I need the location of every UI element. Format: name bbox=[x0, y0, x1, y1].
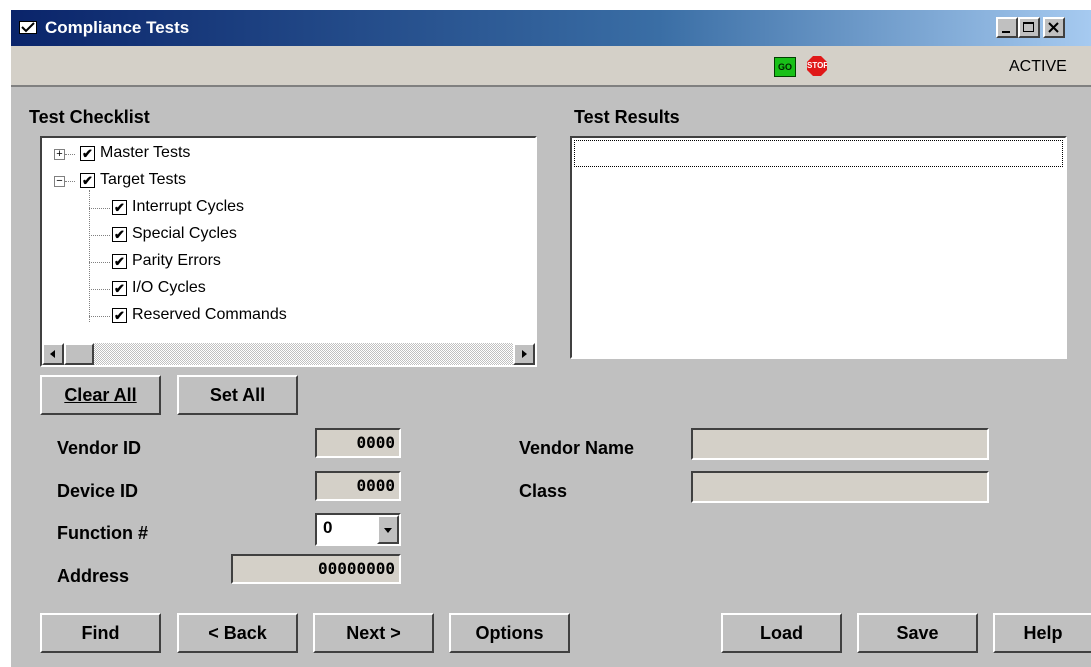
tree-connector bbox=[65, 154, 75, 155]
tree-item-special-cycles[interactable]: ✔ Special Cycles bbox=[42, 223, 522, 249]
next-label: Next > bbox=[346, 622, 401, 643]
next-button[interactable]: Next > bbox=[313, 613, 434, 653]
options-button[interactable]: Options bbox=[449, 613, 570, 653]
tree-item-label: Special Cycles bbox=[132, 225, 237, 242]
checkbox-reserved-commands[interactable]: ✔ bbox=[112, 308, 127, 323]
tree-item-reserved-commands[interactable]: ✔ Reserved Commands bbox=[42, 304, 522, 330]
clear-all-button[interactable]: Clear All bbox=[40, 375, 161, 415]
checkbox-target-tests[interactable]: ✔ bbox=[80, 173, 95, 188]
collapse-icon[interactable]: − bbox=[54, 176, 65, 187]
tree-item-target-tests[interactable]: − ✔ Target Tests bbox=[42, 169, 522, 195]
maximize-button[interactable] bbox=[1018, 17, 1040, 38]
tree-item-interrupt-cycles[interactable]: ✔ Interrupt Cycles bbox=[42, 196, 522, 222]
vendor-name-label: Vendor Name bbox=[519, 438, 635, 458]
set-all-label: Set All bbox=[209, 384, 266, 405]
test-checklist-heading: Test Checklist bbox=[29, 107, 150, 127]
address-label: Address bbox=[57, 566, 130, 586]
vendor-name-field[interactable] bbox=[691, 428, 989, 460]
scroll-thumb[interactable] bbox=[64, 343, 94, 365]
load-button[interactable]: Load bbox=[721, 613, 842, 653]
status-text: ACTIVE bbox=[1009, 58, 1067, 75]
go-icon[interactable]: GO bbox=[774, 57, 796, 77]
save-label: Save bbox=[896, 622, 939, 643]
tree-item-label: Parity Errors bbox=[132, 252, 221, 269]
clear-all-label: Clear All bbox=[64, 384, 137, 405]
options-label: Options bbox=[475, 622, 544, 643]
chevron-down-icon bbox=[384, 528, 392, 533]
tree-item-io-cycles[interactable]: ✔ I/O Cycles bbox=[42, 277, 522, 303]
dropdown-button[interactable] bbox=[377, 515, 399, 544]
tree-connector bbox=[65, 181, 75, 182]
back-button[interactable]: < Back bbox=[177, 613, 298, 653]
save-button[interactable]: Save bbox=[857, 613, 978, 653]
device-id-label: Device ID bbox=[57, 481, 139, 501]
compliance-tests-window: Compliance Tests GO STOP ACTIVE Test Che… bbox=[9, 8, 1091, 667]
checkbox-parity-errors[interactable]: ✔ bbox=[112, 254, 127, 269]
close-button[interactable] bbox=[1043, 17, 1065, 38]
tree-item-label: Reserved Commands bbox=[132, 306, 287, 323]
scroll-right-button[interactable] bbox=[513, 343, 535, 365]
stop-icon[interactable]: STOP bbox=[807, 56, 827, 76]
tree-view: + ✔ Master Tests − ✔ Target Tests ✔ Inte… bbox=[42, 138, 535, 343]
checkbox-interrupt-cycles[interactable]: ✔ bbox=[112, 200, 127, 215]
scroll-left-button[interactable] bbox=[42, 343, 64, 365]
minimize-button[interactable] bbox=[996, 17, 1018, 38]
vendor-id-field[interactable]: 0000 bbox=[315, 428, 401, 458]
window-title: Compliance Tests bbox=[45, 18, 190, 37]
maximize-icon bbox=[1023, 22, 1034, 32]
test-checklist-tree[interactable]: + ✔ Master Tests − ✔ Target Tests ✔ Inte… bbox=[40, 136, 537, 367]
set-all-button[interactable]: Set All bbox=[177, 375, 298, 415]
back-label: < Back bbox=[208, 622, 267, 643]
test-results-heading: Test Results bbox=[574, 107, 680, 127]
device-id-field[interactable]: 0000 bbox=[315, 471, 401, 501]
horizontal-scrollbar[interactable] bbox=[42, 343, 535, 365]
function-select[interactable]: 0 bbox=[315, 513, 401, 546]
test-results-list[interactable] bbox=[570, 136, 1067, 359]
help-label: Help bbox=[1023, 622, 1063, 643]
results-focus-row bbox=[574, 140, 1063, 167]
title-bar[interactable]: Compliance Tests bbox=[11, 10, 1091, 46]
tree-item-label: Interrupt Cycles bbox=[132, 198, 245, 215]
checkbox-special-cycles[interactable]: ✔ bbox=[112, 227, 127, 242]
minimize-icon bbox=[1002, 31, 1010, 33]
checkbox-io-cycles[interactable]: ✔ bbox=[112, 281, 127, 296]
class-field[interactable] bbox=[691, 471, 989, 503]
function-label: Function # bbox=[57, 523, 148, 543]
status-toolbar: GO STOP ACTIVE bbox=[11, 46, 1091, 87]
tree-item-label: Target Tests bbox=[100, 171, 186, 188]
find-label: Find bbox=[81, 622, 120, 643]
tree-item-parity-errors[interactable]: ✔ Parity Errors bbox=[42, 250, 522, 276]
find-button[interactable]: Find bbox=[40, 613, 161, 653]
vendor-id-label: Vendor ID bbox=[57, 438, 142, 458]
load-label: Load bbox=[760, 622, 803, 643]
function-value: 0 bbox=[323, 518, 333, 537]
expand-icon[interactable]: + bbox=[54, 149, 65, 160]
arrow-left-icon bbox=[50, 350, 55, 358]
help-button[interactable]: Help bbox=[993, 613, 1091, 653]
checkbox-master-tests[interactable]: ✔ bbox=[80, 146, 95, 161]
close-icon bbox=[1048, 22, 1059, 33]
address-field[interactable]: 00000000 bbox=[231, 554, 401, 584]
tree-item-master-tests[interactable]: + ✔ Master Tests bbox=[42, 142, 522, 168]
checkmark-envelope-icon bbox=[19, 21, 37, 34]
tree-item-label: Master Tests bbox=[100, 144, 191, 161]
arrow-right-icon bbox=[522, 350, 527, 358]
tree-item-label: I/O Cycles bbox=[132, 279, 206, 296]
class-label: Class bbox=[519, 481, 568, 501]
